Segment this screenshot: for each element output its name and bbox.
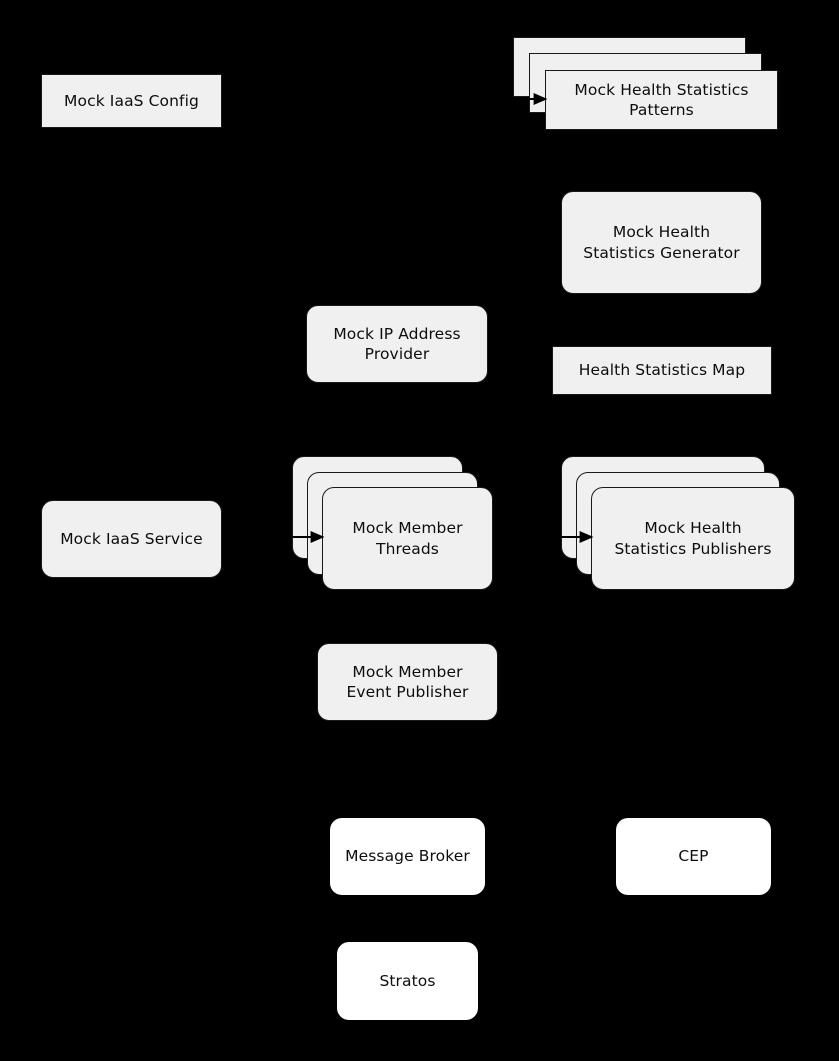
- node-mock-ip-address-provider[interactable]: Mock IP Address Provider: [306, 305, 488, 383]
- node-label-line2: Statistics Generator: [583, 243, 740, 262]
- node-label-line1: Mock Health: [644, 519, 742, 538]
- node-mock-health-statistics-patterns-stack[interactable]: Mock Health Statistics Patterns: [513, 37, 778, 130]
- node-mock-member-event-publisher[interactable]: Mock Member Event Publisher: [317, 643, 498, 721]
- node-label-line2: Event Publisher: [346, 683, 469, 701]
- node-label-line2: Patterns: [629, 101, 694, 119]
- node-cep[interactable]: CEP: [616, 818, 771, 895]
- node-label-mock-member-threads: Mock Member Threads: [352, 518, 462, 558]
- node-mock-member-threads[interactable]: Mock Member Threads: [322, 487, 493, 590]
- node-label-line1: Mock Health Statistics: [574, 80, 749, 99]
- node-label-stratos: Stratos: [379, 971, 436, 990]
- node-mock-iaas-service[interactable]: Mock IaaS Service: [41, 500, 222, 578]
- node-label-health-statistics-map: Health Statistics Map: [578, 361, 746, 380]
- node-label-line1: Mock Health: [612, 223, 711, 242]
- node-stratos[interactable]: Stratos: [337, 942, 478, 1020]
- node-label-mock-ip-address-provider: Mock IP Address Provider: [333, 324, 460, 364]
- node-mock-health-statistics-publishers[interactable]: Mock Health Statistics Publishers: [591, 487, 795, 590]
- node-label-mock-member-event-publisher: Mock Member Event Publisher: [347, 662, 469, 702]
- node-health-statistics-map[interactable]: Health Statistics Map: [552, 346, 772, 395]
- node-label-message-broker: Message Broker: [345, 847, 470, 866]
- node-mock-health-statistics-generator[interactable]: Mock Health Statistics Generator: [561, 191, 762, 294]
- node-label-mock-iaas-config: Mock IaaS Config: [64, 91, 199, 110]
- node-label-mock-health-statistics-publishers: Mock Health Statistics Publishers: [614, 518, 771, 558]
- diagram-canvas: Mock IaaS Config Mock Health Statistics …: [0, 0, 839, 1061]
- node-label-line1: Mock IP Address: [333, 324, 461, 343]
- node-label-mock-health-statistics-patterns: Mock Health Statistics Patterns: [574, 80, 748, 120]
- node-label-line2: Threads: [376, 539, 439, 558]
- node-mock-iaas-config[interactable]: Mock IaaS Config: [41, 74, 222, 128]
- node-label-mock-health-statistics-generator: Mock Health Statistics Generator: [583, 222, 740, 262]
- node-label-line2: Provider: [364, 345, 430, 363]
- node-mock-health-statistics-patterns[interactable]: Mock Health Statistics Patterns: [545, 70, 778, 130]
- node-label-line2: Statistics Publishers: [614, 539, 772, 558]
- node-mock-health-statistics-publishers-stack[interactable]: Mock Health Statistics Publishers: [561, 456, 795, 590]
- node-label-mock-iaas-service: Mock IaaS Service: [60, 529, 203, 548]
- node-mock-member-threads-stack[interactable]: Mock Member Threads: [292, 456, 493, 590]
- node-label-line1: Mock Member: [352, 519, 463, 538]
- node-message-broker[interactable]: Message Broker: [330, 818, 485, 895]
- node-label-cep: CEP: [678, 847, 709, 866]
- node-label-line1: Mock Member: [352, 662, 463, 681]
